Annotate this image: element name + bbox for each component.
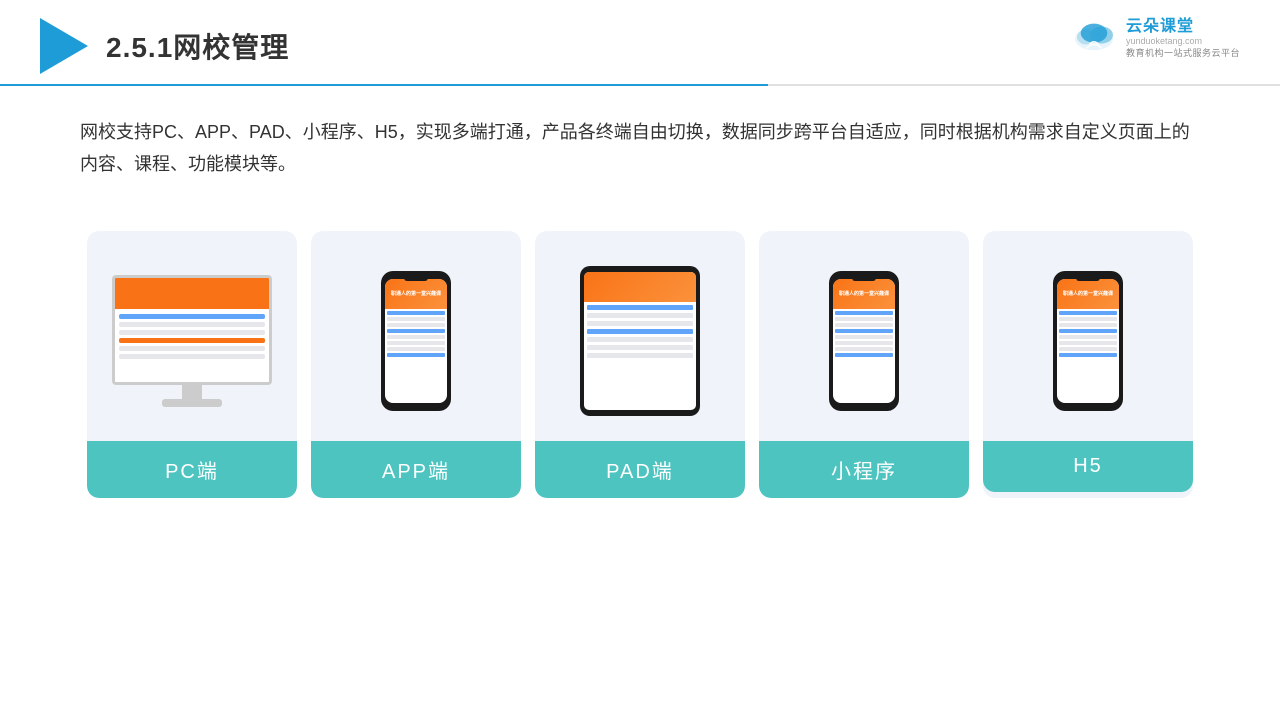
phone-line-2 xyxy=(387,317,445,321)
tablet-header xyxy=(584,272,696,302)
phone-line-5 xyxy=(387,335,445,339)
card-pc: PC端 xyxy=(87,231,297,498)
card-pc-image xyxy=(97,251,287,431)
logo-icon xyxy=(40,18,88,74)
card-h5-image: 职通人的第一堂兴趣课 xyxy=(993,251,1183,431)
monitor-line-1 xyxy=(119,314,265,319)
h5-line-6 xyxy=(1059,341,1117,345)
card-pad: PAD端 xyxy=(535,231,745,498)
card-pad-image xyxy=(545,251,735,431)
card-app: 职通人的第一堂兴趣课 APP端 xyxy=(311,231,521,498)
monitor-line-2 xyxy=(119,322,265,327)
phone-line-1 xyxy=(387,311,445,315)
phone-notch-app xyxy=(404,275,428,281)
card-miniapp-image: 职通人的第一堂兴趣课 xyxy=(769,251,959,431)
miniapp-line-5 xyxy=(835,335,893,339)
phone-notch-h5 xyxy=(1076,275,1100,281)
miniapp-line-4 xyxy=(835,329,893,333)
cloud-icon xyxy=(1070,18,1118,54)
card-app-label: APP端 xyxy=(311,441,521,498)
phone-line-3 xyxy=(387,323,445,327)
card-pc-label: PC端 xyxy=(87,441,297,498)
phone-wrap-h5: 职通人的第一堂兴趣课 xyxy=(1053,251,1123,431)
miniapp-line-3 xyxy=(835,323,893,327)
phone-body-h5 xyxy=(1057,309,1119,403)
phone-wrap-miniapp: 职通人的第一堂兴趣课 xyxy=(829,251,899,431)
miniapp-line-6 xyxy=(835,341,893,345)
tablet-line-4 xyxy=(587,329,693,334)
header: 2.5.1网校管理 云朵课堂 yunduoketang.com 教育机构一站式服… xyxy=(0,0,1280,74)
h5-line-2 xyxy=(1059,317,1117,321)
monitor-line-6 xyxy=(119,354,265,359)
monitor-screen xyxy=(112,275,272,385)
tablet-wrap xyxy=(580,251,700,431)
phone-line-6 xyxy=(387,341,445,345)
h5-line-7 xyxy=(1059,347,1117,351)
h5-line-5 xyxy=(1059,335,1117,339)
brand-text: 云朵课堂 yunduoketang.com 教育机构一站式服务云平台 xyxy=(1126,12,1240,59)
card-miniapp-label: 小程序 xyxy=(759,441,969,498)
phone-line-8 xyxy=(387,353,445,357)
page-title: 2.5.1网校管理 xyxy=(106,26,289,66)
brand-sub: 教育机构一站式服务云平台 xyxy=(1126,46,1240,59)
brand-name: 云朵课堂 xyxy=(1126,12,1194,36)
phone-screen-h5: 职通人的第一堂兴趣课 xyxy=(1057,279,1119,403)
miniapp-line-1 xyxy=(835,311,893,315)
card-pad-label: PAD端 xyxy=(535,441,745,498)
miniapp-line-7 xyxy=(835,347,893,351)
description-text: 网校支持PC、APP、PAD、小程序、H5，实现多端打通，产品各终端自由切换，数… xyxy=(0,86,1280,201)
card-h5-label: H5 xyxy=(983,441,1193,492)
miniapp-line-2 xyxy=(835,317,893,321)
tablet-frame xyxy=(580,266,700,416)
tablet-screen xyxy=(584,272,696,410)
h5-line-8 xyxy=(1059,353,1117,357)
phone-body-app xyxy=(385,309,447,403)
monitor-line-4 xyxy=(119,338,265,343)
phone-screen-app: 职通人的第一堂兴趣课 xyxy=(385,279,447,403)
monitor-screen-inner xyxy=(115,278,269,382)
brand-logo: 云朵课堂 yunduoketang.com 教育机构一站式服务云平台 xyxy=(1070,12,1240,59)
tablet-line-5 xyxy=(587,337,693,342)
card-h5: 职通人的第一堂兴趣课 H5 xyxy=(983,231,1193,498)
monitor-line-5 xyxy=(119,346,265,351)
phone-line-4 xyxy=(387,329,445,333)
monitor-stand-base xyxy=(162,399,222,407)
tablet-line-1 xyxy=(587,305,693,310)
phone-frame-app: 职通人的第一堂兴趣课 xyxy=(381,271,451,411)
phone-wrap-app: 职通人的第一堂兴趣课 xyxy=(381,251,451,431)
card-app-image: 职通人的第一堂兴趣课 xyxy=(321,251,511,431)
monitor-stand-neck xyxy=(182,385,202,399)
monitor-line-3 xyxy=(119,330,265,335)
phone-line-7 xyxy=(387,347,445,351)
miniapp-line-8 xyxy=(835,353,893,357)
phone-header-app: 职通人的第一堂兴趣课 xyxy=(385,279,447,309)
phone-body-miniapp xyxy=(833,309,895,403)
card-miniapp: 职通人的第一堂兴趣课 小程序 xyxy=(759,231,969,498)
h5-line-4 xyxy=(1059,329,1117,333)
monitor-screen-content xyxy=(119,314,265,359)
phone-frame-h5: 职通人的第一堂兴趣课 xyxy=(1053,271,1123,411)
tablet-line-2 xyxy=(587,313,693,318)
phone-notch-miniapp xyxy=(852,275,876,281)
tablet-line-7 xyxy=(587,353,693,358)
phone-header-miniapp: 职通人的第一堂兴趣课 xyxy=(833,279,895,309)
tablet-body xyxy=(584,302,696,361)
tablet-line-3 xyxy=(587,321,693,326)
phone-header-h5: 职通人的第一堂兴趣课 xyxy=(1057,279,1119,309)
h5-line-3 xyxy=(1059,323,1117,327)
h5-line-1 xyxy=(1059,311,1117,315)
tablet-line-6 xyxy=(587,345,693,350)
cards-container: PC端 职通人的第一堂兴趣课 xyxy=(0,211,1280,518)
brand-url: yunduoketang.com xyxy=(1126,36,1202,46)
monitor-wrap xyxy=(112,275,272,407)
phone-frame-miniapp: 职通人的第一堂兴趣课 xyxy=(829,271,899,411)
phone-screen-miniapp: 职通人的第一堂兴趣课 xyxy=(833,279,895,403)
